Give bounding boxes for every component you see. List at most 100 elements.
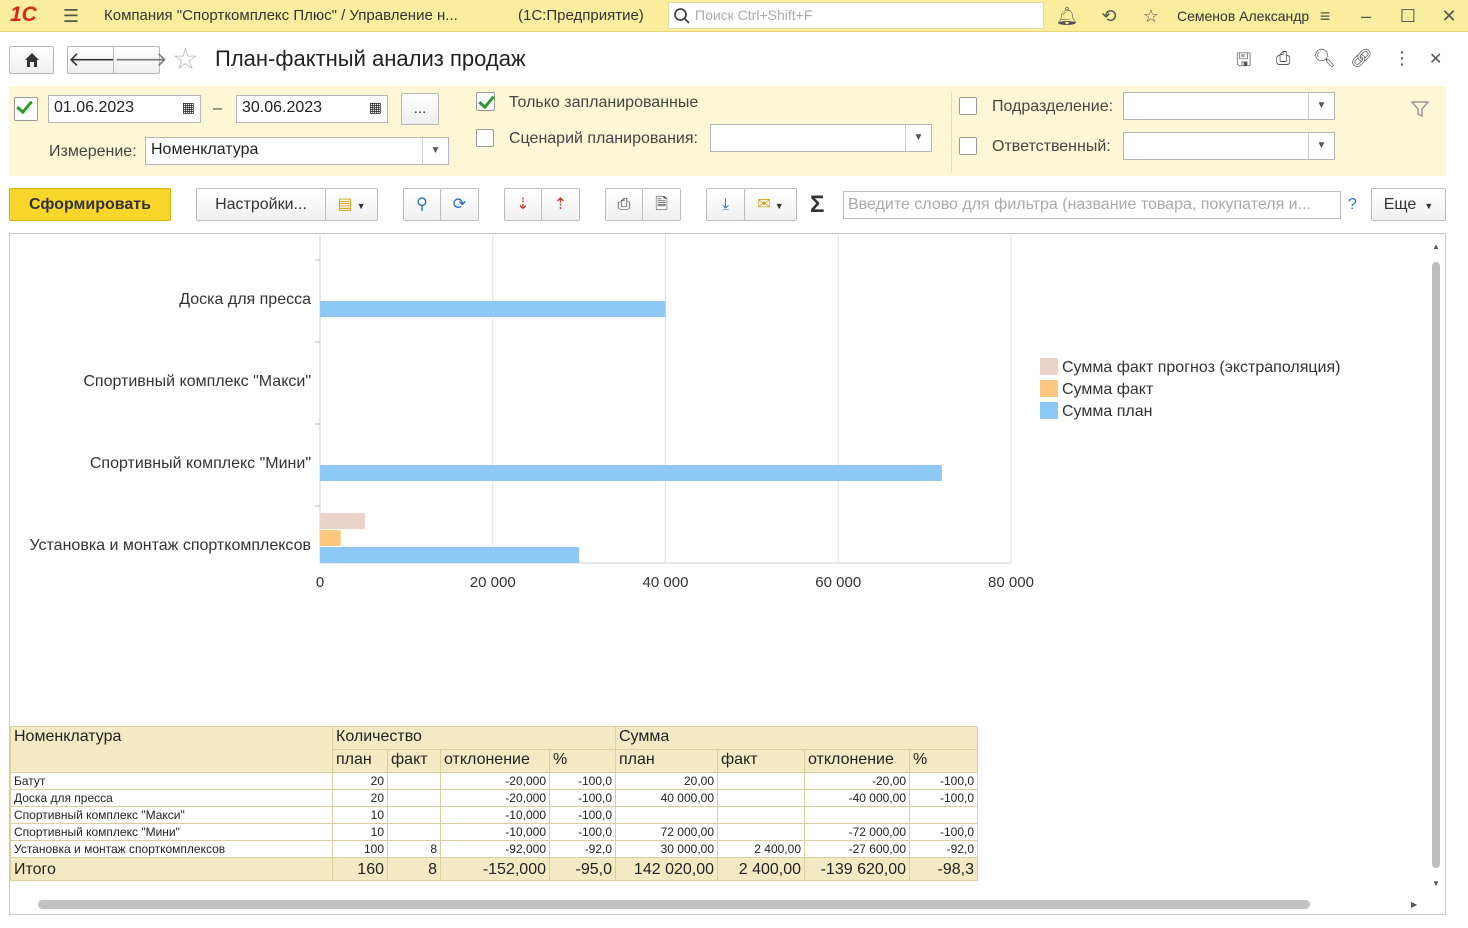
table-total-row[interactable]: Итого 160 8 -152,000 -95,0 142 020,00 2 400,00…: [10, 857, 978, 881]
table-cell[interactable]: [387, 772, 441, 790]
horizontal-scrollbar[interactable]: [38, 900, 1310, 909]
chevron-down-icon[interactable]: ▼: [905, 125, 931, 151]
filter-funnel-icon[interactable]: [1411, 101, 1429, 117]
collapse-groups-button[interactable]: ⇡: [541, 188, 580, 221]
home-button[interactable]: [9, 46, 54, 74]
table-cell[interactable]: [387, 806, 441, 824]
table-cell[interactable]: -100,0: [549, 789, 616, 807]
table-cell[interactable]: 40 000,00: [615, 789, 718, 807]
table-row[interactable]: Спортивный комплекс "Мини" 10 -10,000 -100,…: [10, 823, 978, 841]
table-cell[interactable]: -20,00: [804, 772, 910, 790]
star-icon[interactable]: ☆: [1139, 4, 1163, 28]
table-cell[interactable]: Спортивный комплекс "Мини": [10, 823, 333, 841]
forward-button[interactable]: 🡒: [113, 46, 168, 74]
total-cell[interactable]: Итого: [10, 857, 333, 881]
table-cell[interactable]: Батут: [10, 772, 333, 790]
column-header[interactable]: %: [549, 749, 616, 773]
table-cell[interactable]: [804, 806, 910, 824]
table-cell[interactable]: [717, 806, 805, 824]
period-from-field[interactable]: 01.06.2023 ▦: [48, 95, 201, 123]
period-checkbox[interactable]: [14, 97, 38, 121]
total-cell[interactable]: -139 620,00: [804, 857, 910, 881]
generate-button[interactable]: Сформировать: [9, 188, 171, 221]
scenario-select[interactable]: ▼: [710, 124, 932, 152]
user-name[interactable]: Семенов Александр: [1177, 8, 1309, 24]
table-cell[interactable]: -10,000: [440, 806, 550, 824]
table-cell[interactable]: [387, 789, 441, 807]
department-checkbox[interactable]: [959, 97, 977, 115]
period-to-field[interactable]: 30.06.2023 ▦: [236, 95, 388, 123]
sum-icon[interactable]: Σ: [810, 191, 824, 219]
table-cell[interactable]: -100,0: [909, 823, 978, 841]
save-icon[interactable]: 🖫: [1236, 48, 1251, 78]
print-icon[interactable]: ⎙: [1276, 48, 1290, 69]
table-cell[interactable]: [387, 823, 441, 841]
total-cell[interactable]: -152,000: [440, 857, 550, 881]
chevron-down-icon[interactable]: ▼: [1308, 133, 1334, 159]
responsible-checkbox[interactable]: [959, 137, 977, 155]
export-button[interactable]: ⤓: [706, 188, 745, 221]
total-cell[interactable]: 2 400,00: [717, 857, 805, 881]
table-cell[interactable]: 8: [387, 840, 441, 858]
total-cell[interactable]: -95,0: [549, 857, 616, 881]
table-cell[interactable]: [717, 789, 805, 807]
table-cell[interactable]: -20,000: [440, 789, 550, 807]
table-row[interactable]: Спортивный комплекс "Макси" 10 -10,000 -100…: [10, 806, 978, 824]
table-cell[interactable]: Доска для пресса: [10, 789, 333, 807]
table-cell[interactable]: -72 000,00: [804, 823, 910, 841]
table-cell[interactable]: -10,000: [440, 823, 550, 841]
table-cell[interactable]: 10: [332, 806, 388, 824]
settings-icon[interactable]: ≡: [1313, 4, 1337, 28]
column-header[interactable]: план: [615, 749, 718, 773]
table-cell[interactable]: -20,000: [440, 772, 550, 790]
back-button[interactable]: 🡐: [67, 46, 122, 74]
maximize-icon[interactable]: ☐: [1396, 4, 1420, 28]
minimize-icon[interactable]: –: [1354, 4, 1378, 28]
print-preview-button[interactable]: 🗎: [642, 188, 681, 221]
report-filter-input[interactable]: Введите слово для фильтра (название това…: [843, 191, 1341, 219]
column-group-header[interactable]: Сумма: [615, 726, 978, 750]
bell-icon[interactable]: 🔔︎: [1055, 4, 1079, 28]
scenario-checkbox[interactable]: [476, 129, 494, 147]
settings-button[interactable]: Настройки...: [196, 188, 326, 221]
table-cell[interactable]: -92,000: [440, 840, 550, 858]
column-header[interactable]: план: [332, 749, 388, 773]
table-cell[interactable]: -100,0: [909, 772, 978, 790]
scroll-up-icon[interactable]: ▲: [1432, 242, 1440, 251]
total-cell[interactable]: -98,3: [909, 857, 978, 881]
table-cell[interactable]: -92,0: [909, 840, 978, 858]
expand-groups-button[interactable]: ⇣: [504, 188, 542, 221]
vertical-scrollbar[interactable]: [1432, 262, 1440, 868]
only-planned-checkbox[interactable]: [476, 92, 495, 111]
table-row[interactable]: Доска для пресса 20 -20,000 -100,0 40 000,00…: [10, 789, 978, 807]
table-cell[interactable]: Спортивный комплекс "Макси": [10, 806, 333, 824]
variants-button[interactable]: ▤ ▼: [325, 188, 378, 221]
total-cell[interactable]: 8: [387, 857, 441, 881]
favorite-star-icon[interactable]: ☆: [172, 42, 199, 77]
print-button[interactable]: ⎙: [605, 188, 643, 221]
table-cell[interactable]: 20: [332, 772, 388, 790]
table-cell[interactable]: [717, 772, 805, 790]
department-select[interactable]: ▼: [1123, 92, 1335, 120]
table-cell[interactable]: -92,0: [549, 840, 616, 858]
table-cell[interactable]: -100,0: [549, 823, 616, 841]
help-link[interactable]: ?: [1348, 196, 1357, 214]
column-header[interactable]: Номенклатура: [10, 726, 333, 773]
more-icon[interactable]: ⋮: [1393, 48, 1411, 69]
history-icon[interactable]: ⟲: [1097, 4, 1121, 28]
column-header[interactable]: %: [909, 749, 978, 773]
table-cell[interactable]: 100: [332, 840, 388, 858]
chevron-down-icon[interactable]: ▼: [1308, 93, 1334, 119]
global-search-input[interactable]: Поиск Ctrl+Shift+F: [668, 2, 1044, 29]
table-cell[interactable]: 2 400,00: [717, 840, 805, 858]
form-close-icon[interactable]: ✕: [1429, 49, 1442, 69]
table-cell[interactable]: 72 000,00: [615, 823, 718, 841]
send-email-button[interactable]: ✉ ▼: [744, 188, 797, 221]
table-cell[interactable]: -100,0: [909, 789, 978, 807]
period-select-button[interactable]: ...: [401, 93, 439, 125]
table-cell[interactable]: Установка и монтаж спорткомплексов: [10, 840, 333, 858]
table-row[interactable]: Батут 20 -20,000 -100,0 20,00 -20,00 -100,0: [10, 772, 978, 790]
table-cell[interactable]: -40 000,00: [804, 789, 910, 807]
scroll-right-icon[interactable]: ▶: [1411, 900, 1417, 909]
column-header[interactable]: факт: [387, 749, 441, 773]
